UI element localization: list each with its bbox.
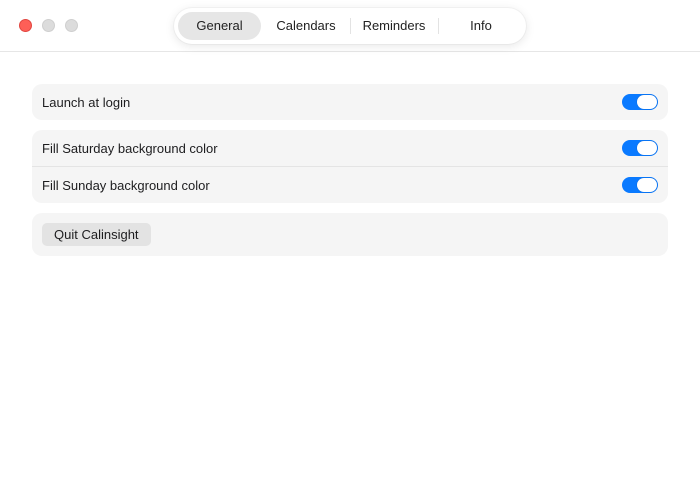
close-icon[interactable] <box>19 19 32 32</box>
launch-at-login-row: Launch at login <box>32 84 668 120</box>
zoom-icon[interactable] <box>65 19 78 32</box>
tab-info[interactable]: Info <box>440 12 522 40</box>
tab-reminders[interactable]: Reminders <box>352 12 436 40</box>
minimize-icon[interactable] <box>42 19 55 32</box>
title-bar: General Calendars Reminders Info <box>0 0 700 52</box>
general-settings: Launch at login Fill Saturday background… <box>32 84 668 266</box>
launch-at-login-toggle[interactable] <box>622 94 658 110</box>
fill-saturday-toggle[interactable] <box>622 140 658 156</box>
fill-sunday-toggle[interactable] <box>622 177 658 193</box>
settings-window: General Calendars Reminders Info Launch … <box>0 0 700 502</box>
tab-divider <box>350 18 351 34</box>
tab-general[interactable]: General <box>178 12 261 40</box>
toggle-knob <box>637 178 657 192</box>
tab-divider <box>438 18 439 34</box>
fill-saturday-row: Fill Saturday background color <box>32 130 668 166</box>
fill-sunday-row: Fill Sunday background color <box>32 166 668 203</box>
tab-calendars[interactable]: Calendars <box>264 12 348 40</box>
quit-group: Quit Calinsight <box>32 213 668 256</box>
tab-bar: General Calendars Reminders Info <box>174 8 526 44</box>
launch-at-login-label: Launch at login <box>42 94 131 110</box>
fill-sunday-label: Fill Sunday background color <box>42 177 210 193</box>
toggle-knob <box>637 95 657 109</box>
weekend-colors-group: Fill Saturday background color Fill Sund… <box>32 130 668 203</box>
startup-group: Launch at login <box>32 84 668 120</box>
quit-button[interactable]: Quit Calinsight <box>42 223 151 246</box>
toggle-knob <box>637 141 657 155</box>
fill-saturday-label: Fill Saturday background color <box>42 140 218 156</box>
